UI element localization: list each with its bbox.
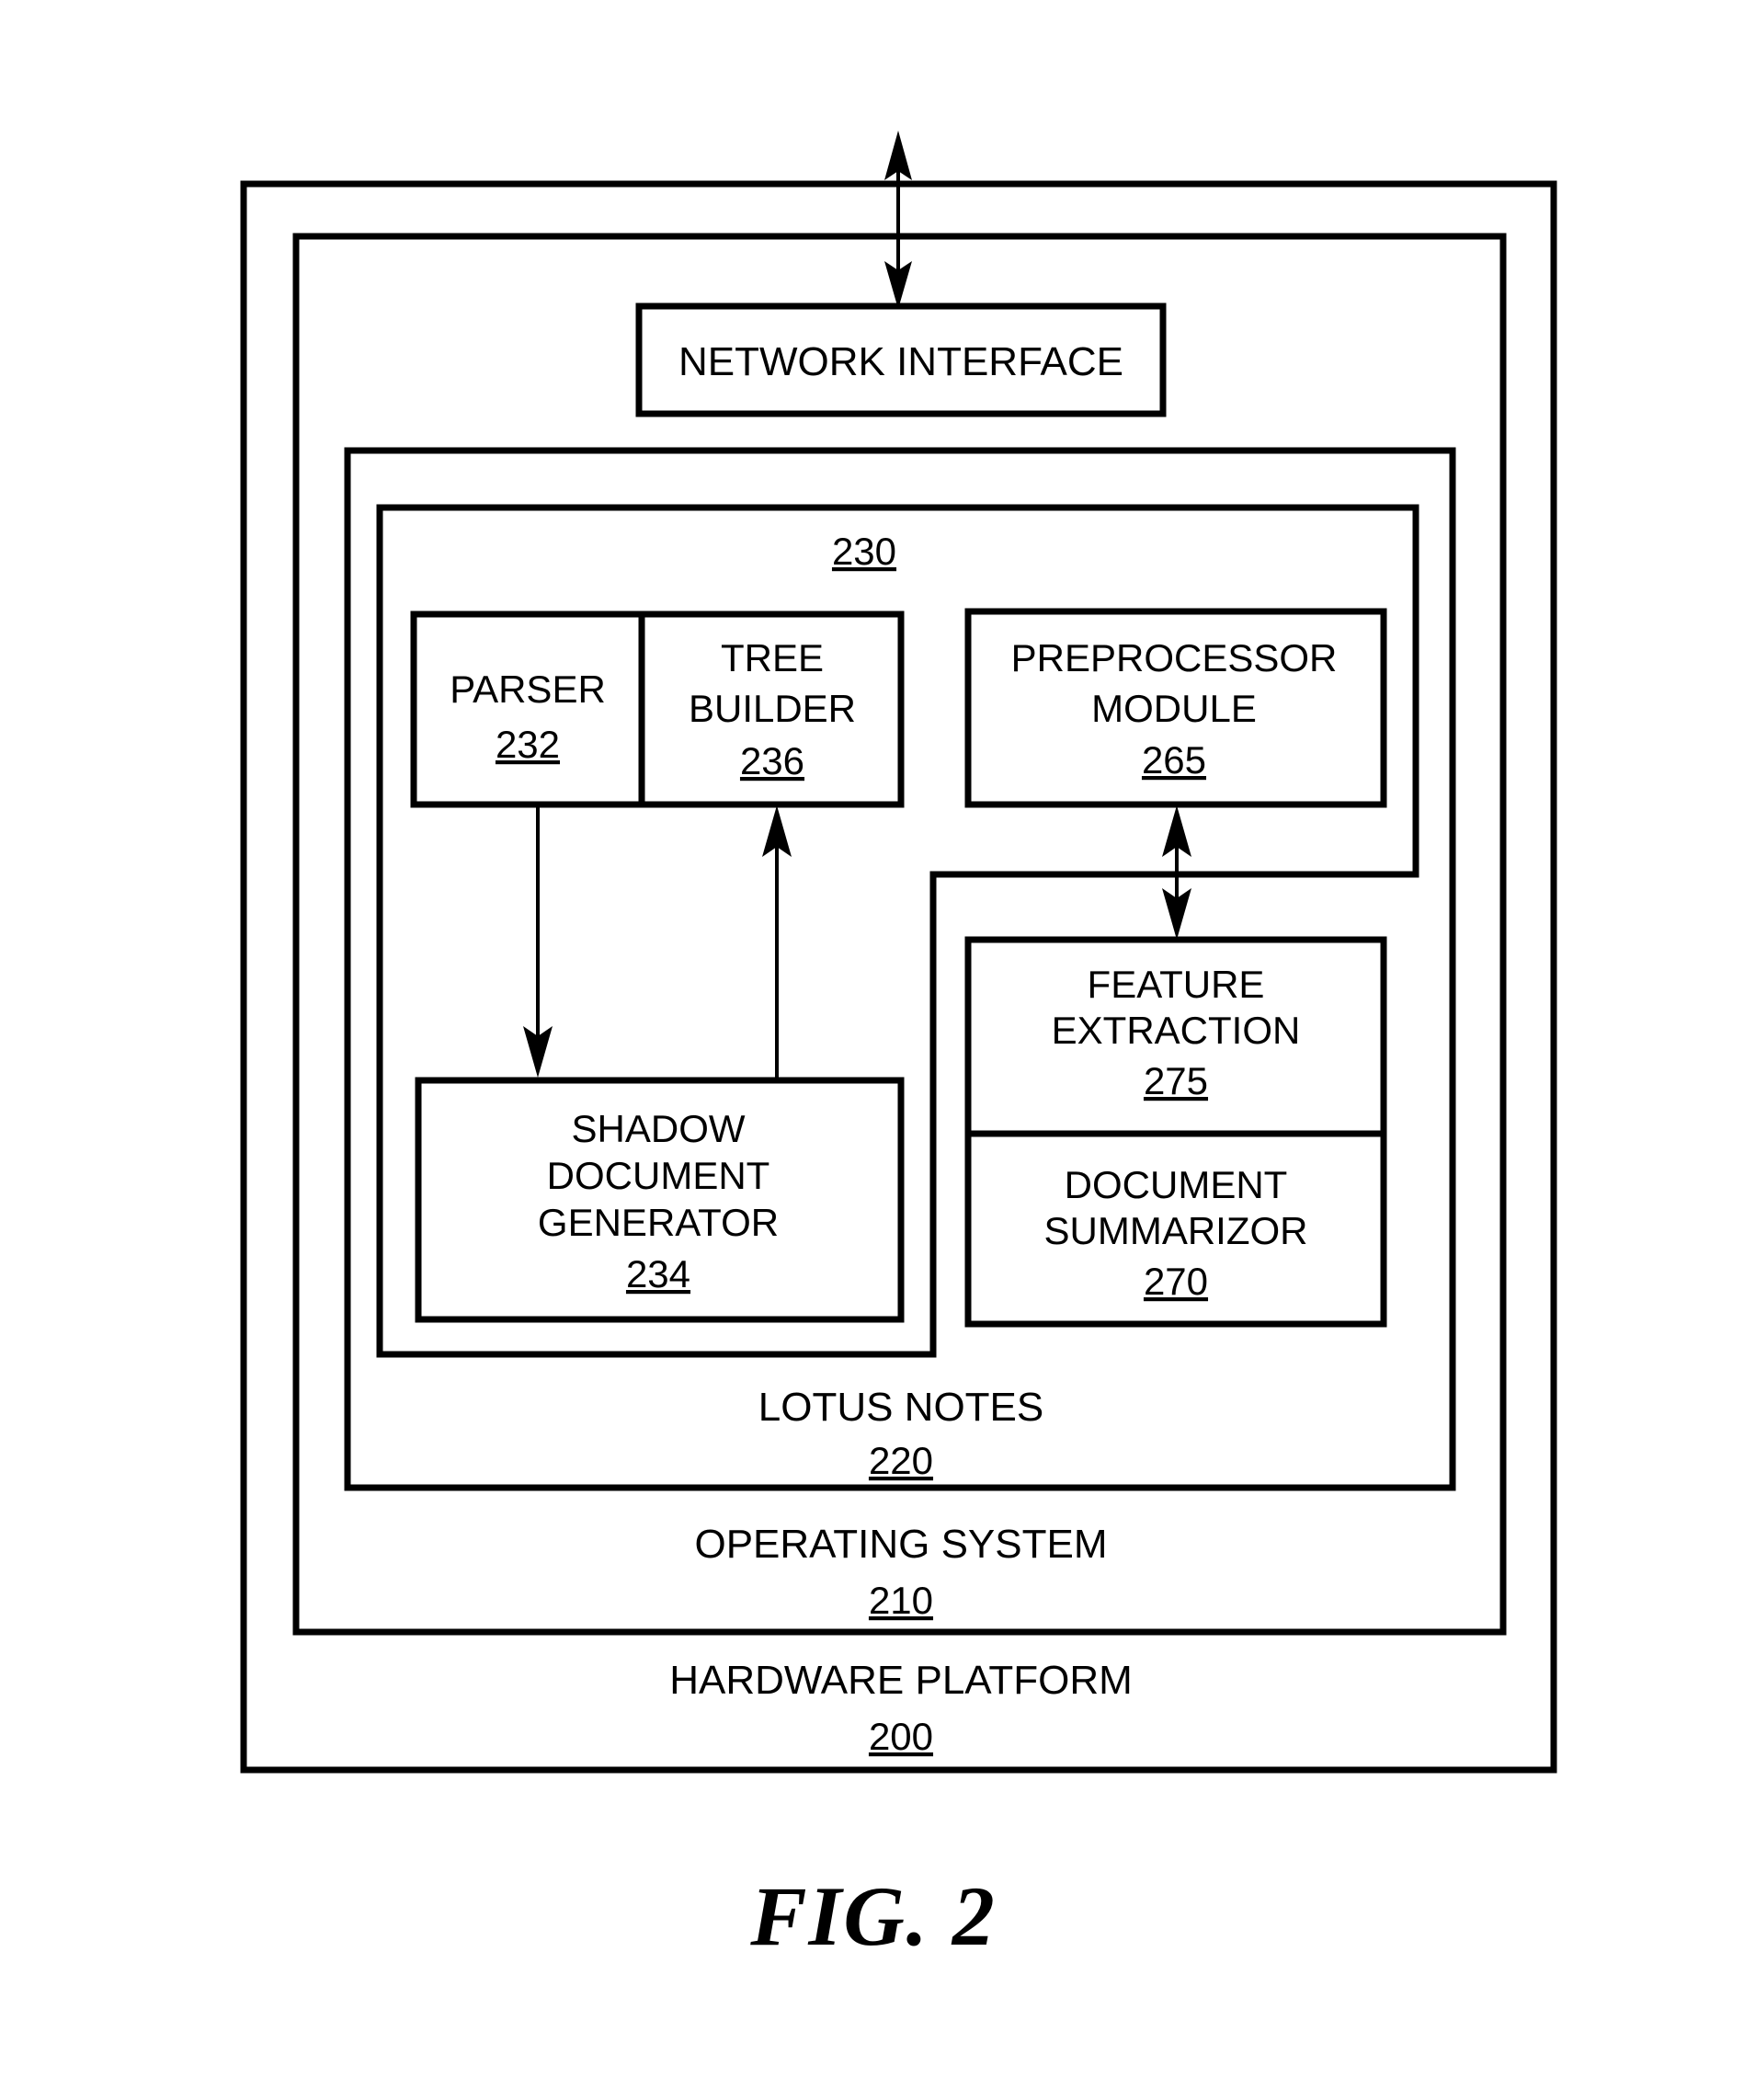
document-summarizor-ref: 270 [1144, 1260, 1208, 1303]
feature-extraction-ref: 275 [1144, 1059, 1208, 1102]
document-summarizor-label-line1: DOCUMENT [1065, 1163, 1288, 1206]
preprocessor-module-label-line1: PREPROCESSOR [1011, 636, 1338, 679]
operating-system-ref: 210 [869, 1579, 933, 1622]
preprocessor-module-label-line2: MODULE [1091, 687, 1257, 730]
parser-to-shadow-connector [523, 805, 553, 1078]
tree-builder-label-line2: BUILDER [689, 687, 856, 730]
parser-ref: 232 [496, 723, 560, 766]
tree-builder-ref: 236 [740, 739, 804, 782]
shadow-document-generator-ref: 234 [626, 1252, 690, 1295]
shadow-document-generator-label-line1: SHADOW [572, 1107, 746, 1150]
shadow-document-generator-label-line2: DOCUMENT [547, 1154, 770, 1197]
hardware-platform-label: HARDWARE PLATFORM [669, 1658, 1133, 1703]
preprocessor-module-ref: 265 [1142, 738, 1206, 782]
network-interface-label: NETWORK INTERFACE [678, 339, 1123, 384]
lotus-notes-ref: 220 [869, 1439, 933, 1482]
operating-system-label: OPERATING SYSTEM [694, 1522, 1107, 1567]
tree-builder-label-line1: TREE [721, 636, 824, 679]
shadow-to-tree-connector [762, 805, 792, 1080]
figure-root: NETWORK INTERFACE 230 PARSER 232 TREE BU… [0, 0, 1744, 2100]
parser-label: PARSER [450, 668, 606, 711]
lotus-notes-box [344, 447, 1456, 1491]
block-diagram: NETWORK INTERFACE 230 PARSER 232 TREE BU… [240, 131, 1557, 1963]
figure-caption: FIG. 2 [749, 1869, 997, 1963]
shadow-document-generator-label-line3: GENERATOR [538, 1201, 779, 1244]
hardware-platform-ref: 200 [869, 1715, 933, 1758]
feature-extraction-label-line1: FEATURE [1088, 963, 1265, 1006]
feature-extraction-label-line2: EXTRACTION [1052, 1009, 1301, 1052]
document-summarizor-label-line2: SUMMARIZOR [1044, 1209, 1308, 1252]
lotus-notes-label: LOTUS NOTES [758, 1385, 1044, 1430]
network-external-connector [884, 131, 912, 309]
inner-module-230-ref: 230 [832, 530, 896, 573]
